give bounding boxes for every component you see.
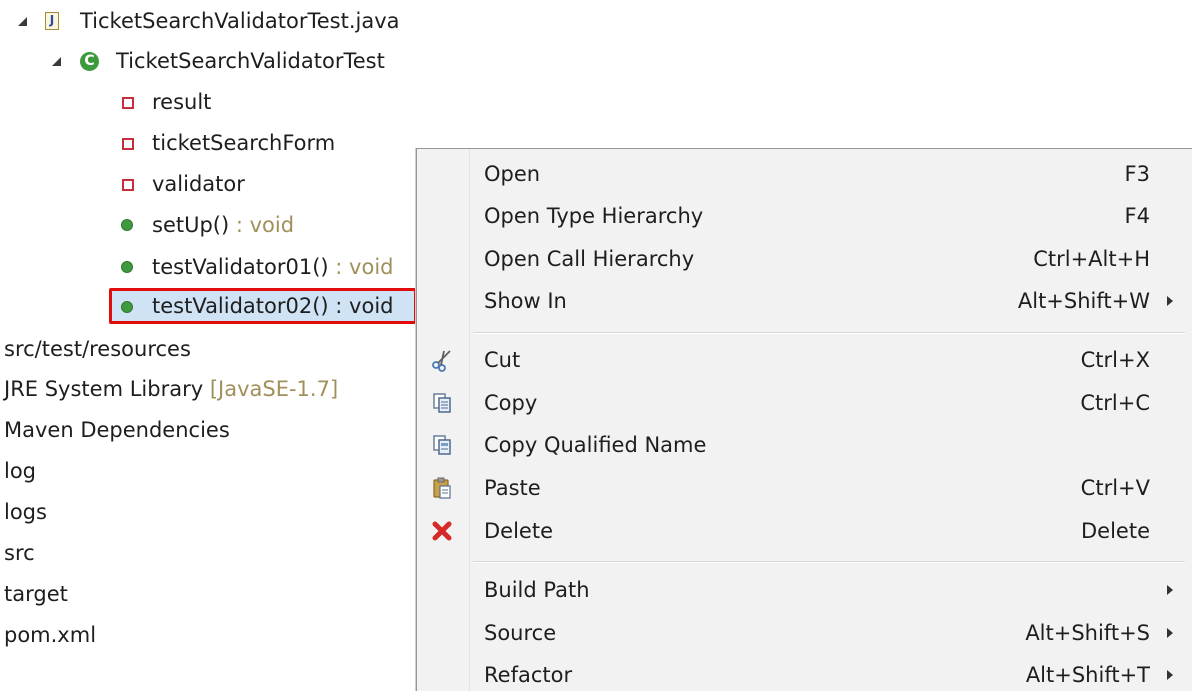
menu-item-shortcut: Ctrl+X: [1080, 348, 1150, 372]
menu-item-label: Cut: [484, 348, 521, 372]
tree-item-label: TicketSearchValidatorTest.java: [80, 9, 400, 33]
copy-qualified-name-icon: [433, 435, 451, 455]
tree-item-label: testValidator01(): [152, 255, 329, 279]
menu-item-label: Copy Qualified Name: [484, 433, 707, 457]
return-type: : void: [229, 213, 295, 237]
menu-item-shortcut: F4: [1124, 204, 1150, 228]
menu-item-shortcut: F3: [1124, 162, 1150, 186]
tree-item-label: pom.xml: [4, 623, 97, 647]
tree-item-label: log: [4, 459, 37, 483]
tree-item-log[interactable]: log: [0, 452, 420, 490]
tree-item-label: TicketSearchValidatorTest: [116, 49, 385, 73]
menu-item-label: Refactor: [484, 663, 573, 687]
tree-item-text: testValidator01() : void: [152, 255, 394, 279]
tree-item-target[interactable]: target: [0, 575, 420, 613]
java-file-icon: J: [45, 12, 59, 30]
menu-item-delete[interactable]: Delete Delete: [417, 510, 1192, 552]
tree-item-class[interactable]: C TicketSearchValidatorTest: [0, 42, 420, 80]
tree-item-label: logs: [4, 500, 47, 524]
menu-separator: [473, 561, 1185, 563]
menu-item-shortcut: Ctrl+Alt+H: [1033, 247, 1150, 271]
submenu-arrow-icon: [1167, 585, 1173, 595]
tree-item-label: src: [4, 541, 35, 565]
tree-item-label: setUp(): [152, 213, 230, 237]
menu-item-shortcut: Ctrl+V: [1080, 476, 1150, 500]
menu-item-label: Build Path: [484, 578, 590, 602]
menu-item-cut[interactable]: Cut Ctrl+X: [417, 339, 1192, 381]
field-icon: [122, 97, 134, 109]
scissors-icon: [432, 350, 451, 372]
menu-item-shortcut: Alt+Shift+W: [1017, 289, 1150, 313]
tree-item-java-file[interactable]: J TicketSearchValidatorTest.java: [0, 2, 420, 40]
menu-item-shortcut: Alt+Shift+T: [1025, 663, 1150, 687]
menu-item-copy-qualified-name[interactable]: Copy Qualified Name: [417, 424, 1192, 466]
menu-item-label: Open: [484, 162, 541, 186]
tree-item-field-ticketsearchform[interactable]: ticketSearchForm: [0, 124, 420, 162]
menu-item-paste[interactable]: Paste Ctrl+V: [417, 467, 1192, 509]
submenu-arrow-icon: [1167, 628, 1173, 638]
submenu-arrow-icon: [1167, 296, 1173, 306]
tree-item-label: src/test/resources: [4, 337, 191, 361]
tree-item-src-test-resources[interactable]: src/test/resources: [0, 330, 420, 368]
tree-item-label: ticketSearchForm: [152, 131, 336, 155]
method-icon: [121, 261, 133, 273]
menu-item-show-in[interactable]: Show In Alt+Shift+W: [417, 280, 1192, 322]
tree-item-field-result[interactable]: result: [0, 83, 420, 121]
tree-item-pom-xml[interactable]: pom.xml: [0, 616, 420, 654]
context-menu: Open F3 Open Type Hierarchy F4 Open Call…: [416, 148, 1192, 691]
tree-item-field-validator[interactable]: validator: [0, 165, 420, 203]
field-icon: [122, 138, 134, 150]
class-icon: C: [80, 52, 99, 71]
menu-item-open-type-hierarchy[interactable]: Open Type Hierarchy F4: [417, 195, 1192, 237]
menu-item-label: Open Call Hierarchy: [484, 247, 695, 271]
menu-item-label: Source: [484, 621, 557, 645]
tree-item-label: result: [152, 90, 212, 114]
tree-item-label: target: [4, 582, 68, 606]
menu-item-label: Show In: [484, 289, 567, 313]
tree-item-text: setUp() : void: [152, 213, 294, 237]
menu-item-label: Copy: [484, 391, 538, 415]
tree-item-method-testvalidator01[interactable]: testValidator01() : void: [0, 248, 420, 286]
menu-item-source[interactable]: Source Alt+Shift+S: [417, 612, 1192, 654]
menu-item-open-call-hierarchy[interactable]: Open Call Hierarchy Ctrl+Alt+H: [417, 238, 1192, 280]
tree-item-logs[interactable]: logs: [0, 493, 420, 531]
menu-item-shortcut: Ctrl+C: [1080, 391, 1150, 415]
tree-item-maven-dependencies[interactable]: Maven Dependencies: [0, 411, 420, 449]
method-icon: [121, 219, 133, 231]
menu-separator: [473, 332, 1185, 334]
tree-item-label: validator: [152, 172, 245, 196]
tree-item-method-testvalidator02[interactable]: testValidator02() : void: [0, 287, 420, 325]
menu-item-label: Open Type Hierarchy: [484, 204, 704, 228]
menu-item-open[interactable]: Open F3: [417, 153, 1192, 195]
menu-item-shortcut: Delete: [1081, 519, 1150, 543]
paste-icon: [433, 477, 451, 499]
menu-item-copy[interactable]: Copy Ctrl+C: [417, 382, 1192, 424]
tree-item-text: JRE System Library [JavaSE-1.7]: [4, 377, 338, 401]
menu-item-label: Delete: [484, 519, 553, 543]
library-version: [JavaSE-1.7]: [209, 377, 339, 401]
delete-icon: [432, 521, 452, 541]
menu-item-label: Paste: [484, 476, 541, 500]
method-icon: [121, 301, 133, 313]
submenu-arrow-icon: [1167, 670, 1173, 680]
expand-arrow-icon[interactable]: [52, 57, 61, 66]
field-icon: [122, 179, 134, 191]
return-type: : void: [328, 255, 394, 279]
menu-item-build-path[interactable]: Build Path: [417, 569, 1192, 611]
tree-item-label: testValidator02() : void: [152, 294, 394, 318]
tree-item-label: Maven Dependencies: [4, 418, 230, 442]
tree-item-jre-system-library[interactable]: JRE System Library [JavaSE-1.7]: [0, 370, 420, 408]
expand-arrow-icon[interactable]: [18, 17, 27, 26]
tree-item-src[interactable]: src: [0, 534, 420, 572]
menu-item-shortcut: Alt+Shift+S: [1025, 621, 1150, 645]
tree-item-label: JRE System Library: [4, 377, 210, 401]
menu-item-refactor[interactable]: Refactor Alt+Shift+T: [417, 654, 1192, 696]
package-explorer-tree: J TicketSearchValidatorTest.java C Ticke…: [0, 0, 420, 691]
tree-item-method-setup[interactable]: setUp() : void: [0, 206, 420, 244]
copy-icon: [433, 393, 451, 413]
